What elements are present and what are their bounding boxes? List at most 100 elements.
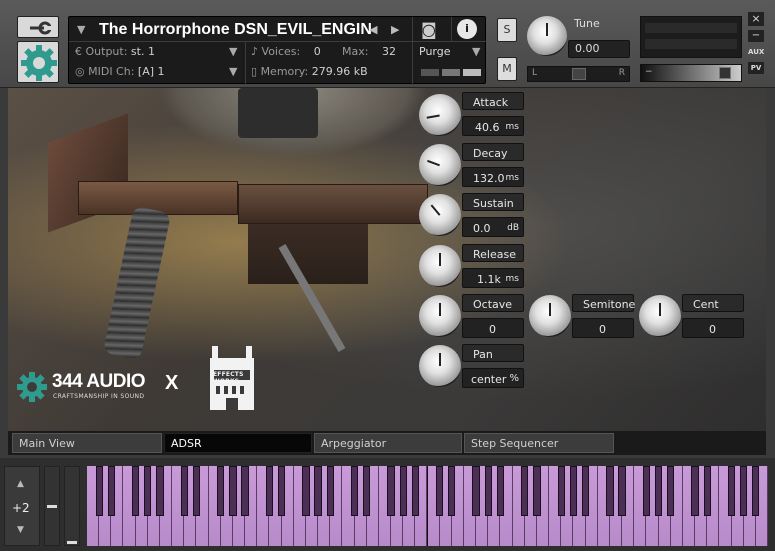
black-key[interactable]: [229, 466, 237, 516]
max-voices-value[interactable]: 32: [382, 45, 396, 58]
output-row[interactable]: € Output: st. 1: [75, 45, 155, 58]
black-key[interactable]: [131, 466, 140, 516]
black-key[interactable]: [448, 466, 456, 516]
cent-knob[interactable]: [639, 295, 681, 337]
semitone-value: 0: [599, 323, 606, 336]
purge-dropdown[interactable]: Purge ▼: [419, 45, 480, 58]
output-value[interactable]: st. 1: [131, 45, 155, 58]
black-key[interactable]: [569, 466, 578, 516]
black-key[interactable]: [496, 466, 505, 516]
mute-button[interactable]: M: [497, 57, 517, 81]
midi-channel-value[interactable]: [A] 1: [138, 65, 165, 78]
attack-value-box[interactable]: 40.6 ms: [462, 116, 524, 136]
mod-wheel[interactable]: [64, 466, 80, 546]
wrench-icon[interactable]: [17, 16, 59, 38]
black-key[interactable]: [265, 466, 274, 516]
black-key[interactable]: [326, 466, 334, 516]
black-key[interactable]: [654, 466, 663, 516]
black-key[interactable]: [642, 466, 651, 516]
collapse-arrow-icon[interactable]: ▼: [77, 23, 85, 36]
piano-keyboard[interactable]: [87, 466, 768, 546]
black-key[interactable]: [95, 466, 103, 516]
next-instrument-icon[interactable]: ▶: [391, 23, 399, 36]
black-key[interactable]: [302, 466, 310, 516]
octave-shift-control[interactable]: ▲ +2 ▼: [4, 466, 40, 546]
volume-slider[interactable]: −: [640, 64, 742, 82]
black-key[interactable]: [606, 466, 614, 516]
black-key[interactable]: [156, 466, 164, 516]
black-key[interactable]: [691, 466, 699, 516]
semitone-knob[interactable]: [529, 295, 571, 337]
pan-knob[interactable]: [419, 345, 461, 387]
partner-logo-text: EFFECTS WORKS: [213, 371, 244, 385]
volume-handle[interactable]: [719, 67, 731, 79]
black-key[interactable]: [727, 466, 736, 516]
semitone-value-box[interactable]: 0: [572, 318, 634, 338]
max-voices-row[interactable]: Max: 32: [342, 45, 396, 58]
black-key[interactable]: [277, 466, 286, 516]
black-key[interactable]: [618, 466, 626, 516]
aux-button[interactable]: AUX: [748, 46, 764, 58]
pan-value-box[interactable]: center %: [462, 368, 524, 388]
memory-icon: ▯: [251, 65, 258, 78]
gear-icon[interactable]: [17, 41, 59, 83]
pv-button[interactable]: PV: [748, 62, 764, 74]
black-key[interactable]: [533, 466, 541, 516]
black-key[interactable]: [350, 466, 359, 516]
black-key[interactable]: [472, 466, 480, 516]
black-key[interactable]: [180, 466, 188, 516]
release-value-box[interactable]: 1.1k ms: [462, 268, 524, 288]
black-key[interactable]: [581, 466, 590, 516]
midi-channel-row[interactable]: ◎ MIDI Ch: [A] 1: [75, 65, 165, 78]
black-key[interactable]: [241, 466, 249, 516]
octave-knob[interactable]: [419, 295, 461, 337]
black-key[interactable]: [752, 466, 760, 516]
octave-up-icon[interactable]: ▲: [17, 479, 24, 489]
black-key[interactable]: [107, 466, 115, 516]
solo-button[interactable]: S: [497, 18, 517, 42]
midi-dropdown-icon[interactable]: ▼: [229, 65, 237, 78]
instrument-title[interactable]: The Horrorphone DSN_EVIL_ENGIN: [99, 21, 372, 39]
black-key[interactable]: [557, 466, 565, 516]
tab-step-sequencer[interactable]: Step Sequencer: [464, 433, 614, 453]
black-key[interactable]: [703, 466, 711, 516]
level-meter: [640, 16, 742, 58]
black-key[interactable]: [387, 466, 395, 516]
attack-knob[interactable]: [419, 94, 461, 136]
black-key[interactable]: [521, 466, 529, 516]
tune-value[interactable]: 0.00: [568, 40, 630, 58]
black-key[interactable]: [436, 466, 444, 516]
info-icon[interactable]: i: [457, 19, 477, 39]
black-key[interactable]: [363, 466, 371, 516]
tab-main-view[interactable]: Main View: [12, 433, 162, 453]
sustain-label: Sustain: [473, 197, 514, 210]
tab-adsr[interactable]: ADSR: [164, 433, 312, 453]
output-dropdown-icon[interactable]: ▼: [229, 45, 237, 58]
cent-value-box[interactable]: 0: [682, 318, 744, 338]
minimize-icon[interactable]: −: [748, 30, 764, 42]
black-key[interactable]: [314, 466, 322, 516]
tab-arpeggiator[interactable]: Arpeggiator: [314, 433, 462, 453]
octave-value-box[interactable]: 0: [462, 318, 524, 338]
pan-handle[interactable]: [572, 68, 586, 80]
black-key[interactable]: [144, 466, 152, 516]
pan-slider[interactable]: L R: [527, 66, 630, 82]
black-key[interactable]: [740, 466, 748, 516]
black-key[interactable]: [484, 466, 492, 516]
sustain-knob[interactable]: [419, 194, 461, 236]
black-key[interactable]: [667, 466, 675, 516]
decay-value-box[interactable]: 132.0 ms: [462, 167, 524, 187]
black-key[interactable]: [217, 466, 225, 516]
sustain-value-box[interactable]: 0.0 dB: [462, 217, 524, 237]
tune-knob[interactable]: [527, 16, 567, 56]
pitch-wheel[interactable]: [44, 466, 60, 546]
prev-instrument-icon[interactable]: ◀: [369, 23, 377, 36]
black-key[interactable]: [192, 466, 201, 516]
camera-icon[interactable]: ◙: [421, 20, 437, 39]
decay-knob[interactable]: [419, 144, 461, 186]
octave-down-icon[interactable]: ▼: [17, 525, 24, 535]
black-key[interactable]: [411, 466, 419, 516]
release-knob[interactable]: [419, 245, 461, 287]
black-key[interactable]: [399, 466, 407, 516]
close-icon[interactable]: ×: [748, 12, 764, 26]
